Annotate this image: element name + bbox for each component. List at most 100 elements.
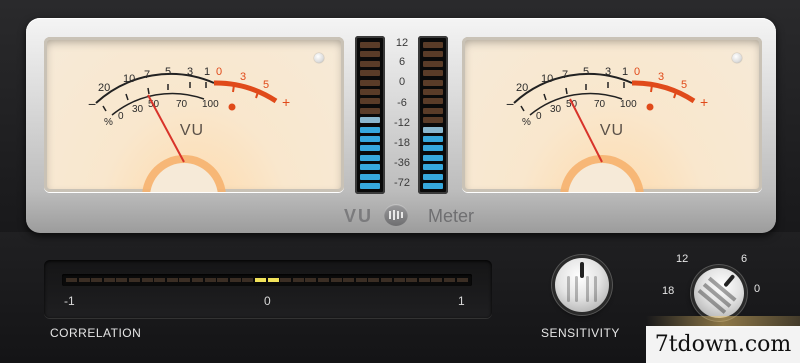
correlation-segment (393, 278, 405, 282)
vu-minus-sign: − (88, 96, 96, 112)
peak-scale-neg12: -12 (394, 117, 410, 129)
correlation-segment (368, 278, 380, 282)
correlation-segment (305, 278, 317, 282)
vu-pct-100: 100 (202, 99, 219, 110)
vu-percent-sign: % (104, 117, 113, 128)
correlation-segment (229, 278, 241, 282)
correlation-segment (166, 278, 178, 282)
peak-segment (423, 136, 443, 142)
vu-scale-3: 3 (605, 66, 611, 78)
correlation-segment (431, 278, 443, 282)
corr-scale-neg1: -1 (64, 294, 75, 308)
vu-pct-30: 30 (132, 104, 144, 115)
vu-pct-70: 70 (594, 99, 606, 110)
vu-scale-red-5: 5 (681, 79, 687, 91)
vu-meter-right-scale: 20 10 7 5 3 1 0 3 5 − + % 0 30 50 70 100 (506, 66, 708, 192)
peak-scale-neg6: -6 (397, 97, 407, 109)
correlation-segment (343, 278, 355, 282)
peak-segment (423, 107, 443, 114)
correlation-segment (418, 278, 430, 282)
vu-scale-20: 20 (516, 82, 528, 94)
correlation-segment (456, 278, 468, 282)
correlation-segment (116, 278, 128, 282)
vu-pct-30: 30 (550, 104, 562, 115)
peak-scale-6: 6 (398, 56, 406, 68)
vu-scale-red-3: 3 (240, 71, 246, 83)
correlation-segment (154, 278, 166, 282)
correlation-segment (267, 278, 279, 282)
meter-screw (314, 53, 324, 63)
peak-segment (423, 117, 443, 124)
vu-meter-left-scale: 20 10 7 5 3 1 0 3 5 − + % 0 30 50 70 100 (88, 66, 290, 192)
vu-peak-dot (228, 103, 236, 111)
correlation-panel (44, 260, 492, 318)
vu-pct-100: 100 (620, 99, 637, 110)
vu-plus-sign: + (282, 94, 290, 110)
peak-segment (423, 60, 443, 67)
range-label-6: 6 (741, 253, 748, 265)
peak-segment (360, 154, 380, 161)
correlation-segment (141, 278, 153, 282)
vu-minus-sign: − (506, 96, 514, 112)
correlation-segment (444, 278, 455, 282)
peak-segment (360, 42, 380, 48)
correlation-label: CORRELATION (50, 326, 142, 340)
brand-meter-text: Meter (428, 206, 475, 226)
range-label-0: 0 (754, 283, 761, 295)
correlation-segment (255, 278, 266, 282)
vu-scale-20: 20 (98, 82, 110, 94)
peak-segment (360, 145, 380, 152)
peak-scale-neg72: -72 (394, 177, 410, 189)
vu-scale-10: 10 (541, 73, 553, 85)
sensitivity-knob[interactable] (555, 258, 609, 312)
meter-screw (732, 53, 742, 63)
correlation-segment (192, 278, 203, 282)
vu-scale-red-3: 3 (658, 71, 664, 83)
peak-segment (360, 126, 380, 133)
peak-segment (423, 70, 443, 77)
watermark: 7tdown.com (646, 326, 800, 363)
correlation-segment (66, 278, 77, 282)
correlation-segment (292, 278, 304, 282)
vu-scale-7: 7 (562, 69, 568, 81)
correlation-segment (280, 278, 292, 282)
peak-scale-0: 0 (398, 76, 406, 88)
correlation-segment (406, 278, 418, 282)
correlation-segment (330, 278, 342, 282)
peak-segment (423, 126, 443, 133)
brand-plate: VU Meter (330, 204, 500, 226)
correlation-segment (318, 278, 329, 282)
vu-right-label: VU (599, 122, 625, 139)
vu-peak-dot (646, 103, 654, 111)
peak-meter-left (355, 36, 385, 194)
peak-meter-right (418, 36, 448, 194)
correlation-segment (217, 278, 229, 282)
vu-left-label: VU (179, 122, 205, 139)
correlation-segment (204, 278, 216, 282)
peak-segment (423, 89, 443, 95)
corr-scale-1: 1 (458, 294, 465, 308)
brand-vu-text: VU (344, 206, 374, 226)
peak-segment (423, 98, 443, 105)
peak-segment (423, 42, 443, 48)
peak-segment (423, 173, 443, 180)
peak-segment (360, 60, 380, 67)
vu-scale-3: 3 (187, 66, 193, 78)
correlation-segment (355, 278, 367, 282)
peak-segment (360, 173, 380, 180)
peak-segment (360, 107, 380, 114)
vu-scale-5: 5 (583, 66, 589, 78)
vu-scale-0: 0 (634, 66, 640, 78)
range-label-18: 18 (662, 285, 675, 297)
peak-segment (423, 145, 443, 152)
vu-scale-1: 1 (622, 66, 628, 78)
vu-meter-right: 20 10 7 5 3 1 0 3 5 − + % 0 30 50 70 100 (462, 37, 762, 192)
peak-segment (423, 183, 443, 189)
presonus-logo-icon (384, 204, 408, 226)
correlation-segment (179, 278, 191, 282)
knob-pointer (723, 274, 736, 288)
peak-segment (423, 164, 443, 171)
peak-segment (423, 154, 443, 161)
correlation-segment (129, 278, 140, 282)
vu-pct-70: 70 (176, 99, 188, 110)
